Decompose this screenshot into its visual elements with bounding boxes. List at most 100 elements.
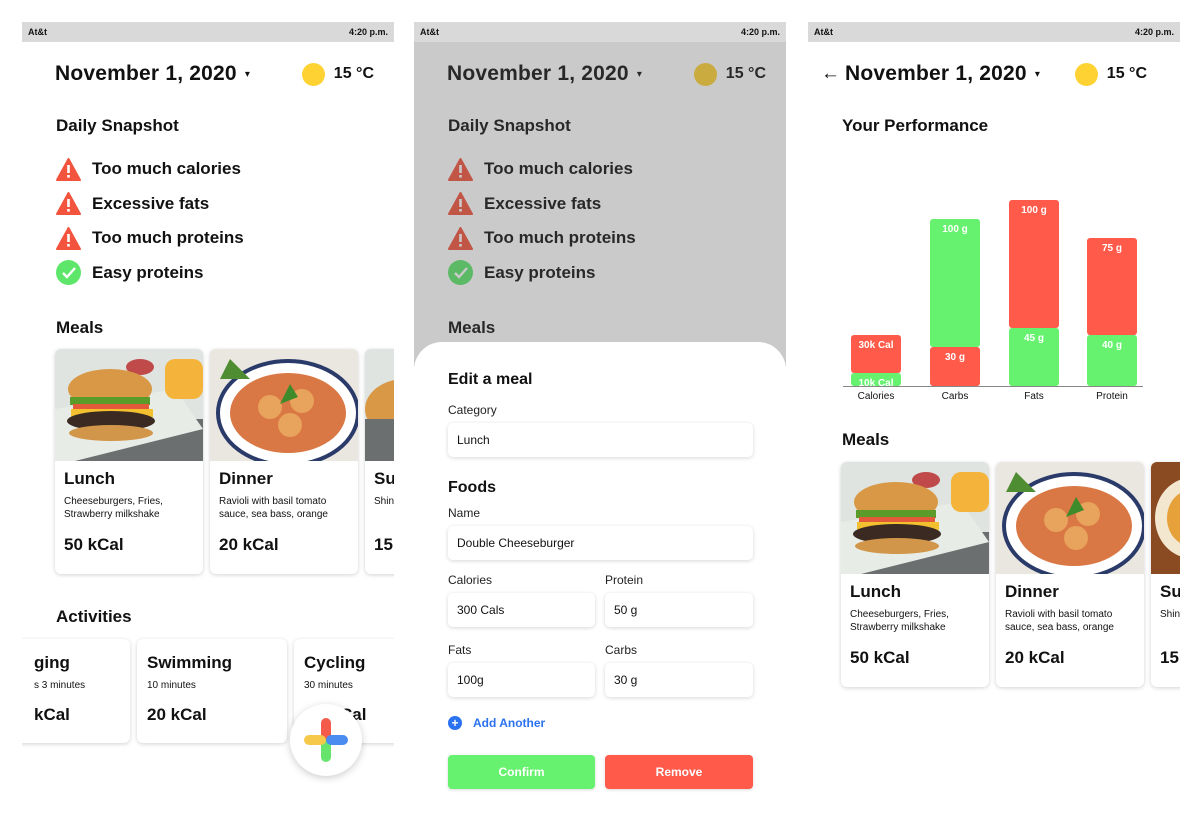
data-label: 10k Cal — [858, 378, 894, 390]
temperature-label: 15 °C — [1106, 65, 1147, 82]
performance-screen: At&t 4:20 p.m. ← November 1, 2020 ▾ 15 °… — [808, 22, 1180, 812]
weather-widget: 15 °C — [1074, 62, 1147, 86]
x-tick-label: Fats — [1024, 391, 1044, 402]
meal-desc: Cheeseburgers, Fries, Strawberry milksha… — [64, 496, 163, 520]
meal-kcal: 20 kCal — [1005, 648, 1065, 667]
warning-icon — [56, 157, 81, 181]
meal-kcal: 50 kCal — [850, 648, 910, 667]
protein-field[interactable]: 50 g — [605, 593, 753, 627]
add-another-button[interactable]: + Add Another — [448, 716, 545, 730]
data-label: 75 g — [1101, 243, 1122, 255]
data-label: 30k Cal — [858, 339, 894, 351]
meal-desc: Cheeseburgers, Fries, Strawberry milksha… — [850, 609, 949, 633]
meal-card-partial[interactable]: Su Shin 15 — [365, 349, 394, 574]
sun-icon — [1074, 62, 1098, 86]
back-arrow-icon[interactable]: ← — [821, 63, 840, 85]
weather-widget: 15 °C — [301, 62, 374, 86]
edit-meal-sheet: Edit a meal Category Lunch Foods Name Do… — [414, 342, 786, 812]
x-tick-label: Carbs — [941, 391, 969, 402]
data-label: 100 g — [1021, 204, 1047, 216]
meal-card-lunch[interactable]: Lunch Cheeseburgers, Fries, Strawberry m… — [841, 462, 989, 687]
sun-icon — [301, 62, 325, 86]
meal-card-dinner[interactable]: Dinner Ravioli with basil tomato sauce, … — [996, 462, 1144, 687]
calories-label: Calories — [448, 573, 493, 587]
food-name-field[interactable]: Double Cheeseburger — [448, 526, 753, 560]
meal-card-lunch[interactable]: Lunch Cheeseburgers, Fries, Strawberry m… — [55, 349, 203, 574]
activity-card[interactable]: ging s 3 minutes kCal — [22, 639, 130, 743]
activities-title: Activities — [56, 607, 132, 626]
activity-kcal: kCal — [34, 705, 70, 724]
data-label: 100 g — [942, 223, 968, 235]
meal-desc: Ravioli with basil tomato sauce, sea bas… — [1005, 609, 1114, 633]
protein-label: Protein — [605, 573, 644, 587]
food-image — [365, 349, 394, 461]
activity-title: ging — [34, 653, 70, 672]
fats-label: Fats — [448, 643, 472, 657]
ravioli-image — [996, 462, 1144, 574]
meals-title: Meals — [842, 430, 890, 449]
category-label: Category — [448, 403, 497, 417]
snapshot-item: Too much calories — [56, 152, 244, 187]
carbs-field[interactable]: 30 g — [605, 663, 753, 697]
calories-field[interactable]: 300 Cals — [448, 593, 595, 627]
meal-kcal: 50 kCal — [64, 535, 124, 554]
x-tick-label: Calories — [857, 391, 895, 402]
meal-card-partial[interactable]: Su Shin 15 — [1151, 462, 1180, 687]
x-axis-line — [843, 386, 1143, 387]
status-bar: At&t 4:20 p.m. — [22, 22, 394, 42]
meal-title: Su — [374, 469, 394, 488]
home-screen: At&t 4:20 p.m. November 1, 2020 ▾ 15 °C … — [22, 22, 394, 812]
foods-title: Foods — [448, 479, 496, 496]
warning-icon — [56, 226, 81, 250]
snapshot-list: Too much calories Excessive fats Too muc… — [56, 152, 244, 290]
activity-card-swimming[interactable]: Swimming 10 minutes 20 kCal — [137, 639, 287, 743]
meals-carousel[interactable]: Lunch Cheeseburgers, Fries, Strawberry m… — [55, 349, 394, 574]
meals-title: Meals — [56, 318, 104, 337]
fats-field[interactable]: 100g — [448, 663, 595, 697]
bar-segment-fats-1 — [1009, 199, 1059, 329]
meals-carousel[interactable]: Lunch Cheeseburgers, Fries, Strawberry m… — [841, 462, 1180, 687]
remove-button[interactable]: Remove — [605, 755, 753, 789]
activity-duration: 30 minutes — [304, 680, 353, 691]
warning-icon — [56, 192, 81, 216]
temperature-label: 15 °C — [333, 65, 374, 82]
confirm-button[interactable]: Confirm — [448, 755, 595, 789]
category-field[interactable]: Lunch — [448, 423, 753, 457]
activity-kcal: 20 kCal — [147, 705, 207, 724]
activity-duration: 10 minutes — [147, 680, 196, 691]
date-selector[interactable]: November 1, 2020 — [845, 62, 1027, 86]
ravioli-image — [210, 349, 358, 461]
carrier-label: At&t — [814, 27, 833, 37]
clock-label: 4:20 p.m. — [348, 27, 388, 37]
activity-title: Cycling — [304, 653, 366, 672]
add-another-label: Add Another — [473, 716, 546, 730]
carrier-label: At&t — [420, 27, 439, 37]
burger-image — [55, 349, 203, 461]
performance-chart: 10k Cal 30k Cal Calories 30 g 100 g Carbs 45 g… — [838, 157, 1148, 407]
status-bar: At&t 4:20 p.m. — [414, 22, 786, 42]
status-bar: At&t 4:20 p.m. — [808, 22, 1180, 42]
snapshot-title: Daily Snapshot — [56, 116, 179, 135]
activity-title: Swimming — [147, 653, 233, 672]
chevron-down-icon[interactable]: ▾ — [245, 69, 250, 80]
clock-label: 4:20 p.m. — [740, 27, 780, 37]
date-header: ← November 1, 2020 ▾ 15 °C — [821, 62, 1160, 86]
meal-title: Su — [1160, 582, 1180, 601]
data-label: 40 g — [1101, 339, 1122, 351]
food-image — [1151, 462, 1180, 574]
plus-circle-icon: + — [448, 716, 462, 730]
check-circle-icon — [56, 260, 81, 286]
carbs-label: Carbs — [605, 643, 638, 657]
performance-title: Your Performance — [842, 116, 989, 135]
add-button[interactable] — [290, 704, 362, 776]
snapshot-item: Easy proteins — [56, 256, 244, 291]
meal-title: Dinner — [219, 469, 273, 488]
name-label: Name — [448, 506, 481, 520]
sheet-title: Edit a meal — [448, 371, 533, 388]
meal-desc: Shin — [374, 496, 394, 507]
chevron-down-icon[interactable]: ▾ — [1035, 69, 1040, 80]
meal-card-dinner[interactable]: Dinner Ravioli with basil tomato sauce, … — [210, 349, 358, 574]
date-selector[interactable]: November 1, 2020 — [55, 62, 237, 86]
meal-title: Dinner — [1005, 582, 1059, 601]
data-label: 45 g — [1023, 333, 1044, 345]
